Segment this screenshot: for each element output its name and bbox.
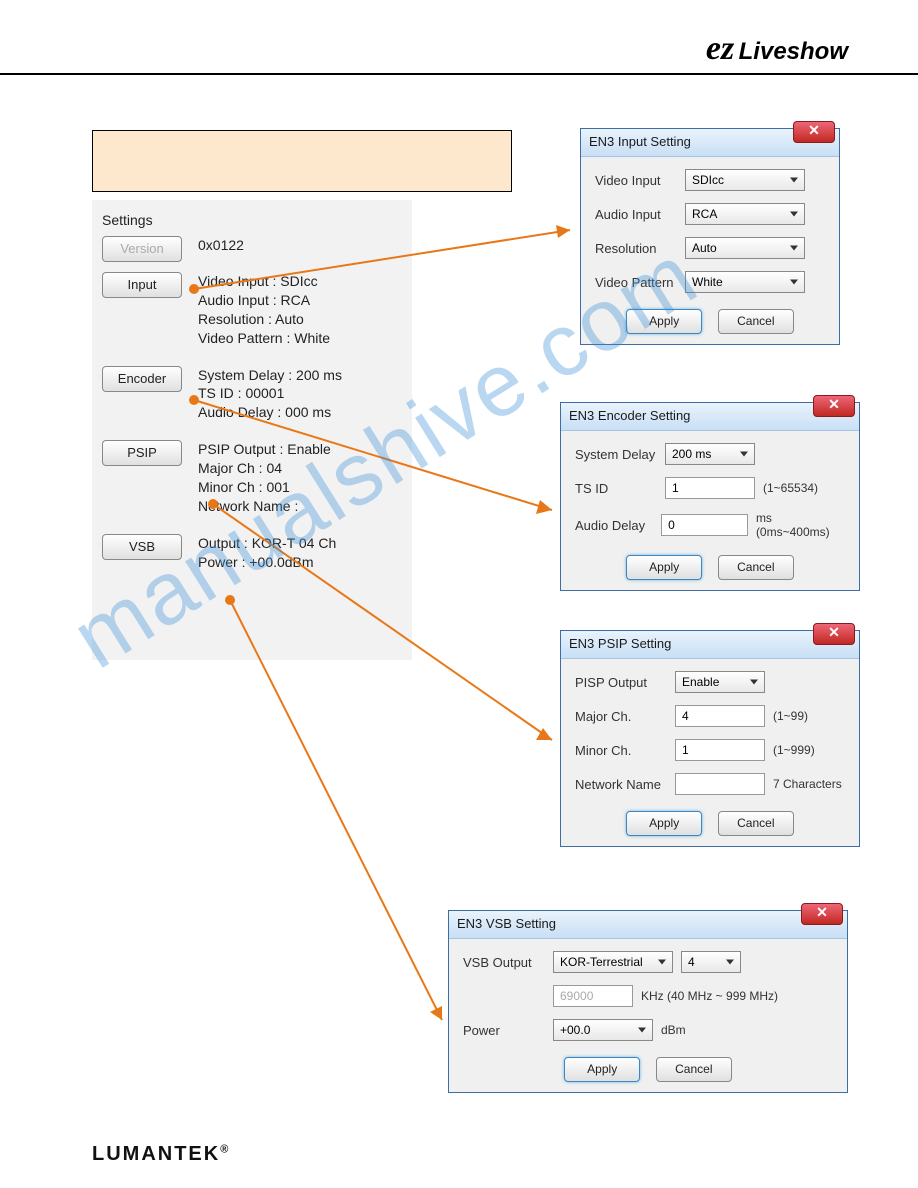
close-icon[interactable]: ✕	[813, 623, 855, 645]
dialog-encoder-title: EN3 Encoder Setting	[569, 408, 690, 423]
close-icon[interactable]: ✕	[793, 121, 835, 143]
ts-id-input[interactable]: 1	[665, 477, 755, 499]
network-name-input[interactable]	[675, 773, 765, 795]
power-label: Power	[463, 1023, 553, 1038]
version-value: 0x0122	[198, 236, 402, 262]
psip-button[interactable]: PSIP	[102, 440, 182, 466]
minor-ch-hint: (1~999)	[773, 743, 815, 757]
vsb-output-select[interactable]: KOR-Terrestrial	[553, 951, 673, 973]
audio-delay-label: Audio Delay	[575, 518, 661, 533]
dialog-vsb-setting: EN3 VSB Setting ✕ VSB Output KOR-Terrest…	[448, 910, 848, 1093]
minor-ch-input[interactable]: 1	[675, 739, 765, 761]
vsb-output-label: VSB Output	[463, 955, 553, 970]
close-icon[interactable]: ✕	[801, 903, 843, 925]
encoder-button[interactable]: Encoder	[102, 366, 182, 392]
encoder-value: System Delay : 200 ms TS ID : 00001 Audi…	[198, 366, 402, 423]
vsb-button[interactable]: VSB	[102, 534, 182, 560]
pisp-output-select[interactable]: Enable	[675, 671, 765, 693]
pisp-output-label: PISP Output	[575, 675, 675, 690]
resolution-label: Resolution	[595, 241, 685, 256]
vsb-value: Output : KOR-T 04 Ch Power : +00.0dBm	[198, 534, 402, 572]
network-name-hint: 7 Characters	[773, 777, 842, 791]
apply-button[interactable]: Apply	[564, 1057, 640, 1082]
dialog-psip-title: EN3 PSIP Setting	[569, 636, 671, 651]
apply-button[interactable]: Apply	[626, 309, 702, 334]
dialog-input-title: EN3 Input Setting	[589, 134, 691, 149]
major-ch-input[interactable]: 4	[675, 705, 765, 727]
video-input-select[interactable]: SDIcc	[685, 169, 805, 191]
dialog-encoder-setting: EN3 Encoder Setting ✕ System Delay200 ms…	[560, 402, 860, 591]
video-input-label: Video Input	[595, 173, 685, 188]
brand-ez: ez	[706, 30, 734, 67]
vsb-freq-input: 69000	[553, 985, 633, 1007]
network-name-label: Network Name	[575, 777, 675, 792]
input-button[interactable]: Input	[102, 272, 182, 298]
power-hint: dBm	[661, 1023, 686, 1037]
brand-logo: ez Liveshow	[706, 30, 848, 68]
system-delay-select[interactable]: 200 ms	[665, 443, 755, 465]
psip-value: PSIP Output : Enable Major Ch : 04 Minor…	[198, 440, 402, 516]
brand-liveshow: Liveshow	[739, 38, 848, 65]
audio-delay-input[interactable]: 0	[661, 514, 748, 536]
cancel-button[interactable]: Cancel	[718, 309, 794, 334]
major-ch-label: Major Ch.	[575, 709, 675, 724]
input-value: Video Input : SDIcc Audio Input : RCA Re…	[198, 272, 402, 348]
resolution-select[interactable]: Auto	[685, 237, 805, 259]
footer-brand: LUMANTEK®	[92, 1143, 230, 1166]
version-button: Version	[102, 236, 182, 262]
ts-id-hint: (1~65534)	[763, 481, 818, 495]
audio-input-label: Audio Input	[595, 207, 685, 222]
ts-id-label: TS ID	[575, 481, 665, 496]
apply-button[interactable]: Apply	[626, 555, 702, 580]
cancel-button[interactable]: Cancel	[718, 555, 794, 580]
vsb-freq-hint: KHz (40 MHz ~ 999 MHz)	[641, 989, 778, 1003]
settings-title: Settings	[102, 212, 402, 228]
audio-input-select[interactable]: RCA	[685, 203, 805, 225]
minor-ch-label: Minor Ch.	[575, 743, 675, 758]
dialog-vsb-title: EN3 VSB Setting	[457, 916, 556, 931]
major-ch-hint: (1~99)	[773, 709, 808, 723]
dialog-psip-setting: EN3 PSIP Setting ✕ PISP OutputEnable Maj…	[560, 630, 860, 847]
cancel-button[interactable]: Cancel	[718, 811, 794, 836]
apply-button[interactable]: Apply	[626, 811, 702, 836]
video-pattern-select[interactable]: White	[685, 271, 805, 293]
audio-delay-hint: ms (0ms~400ms)	[756, 511, 845, 539]
settings-panel: Settings Version 0x0122 Input Video Inpu…	[92, 200, 412, 660]
vsb-channel-select[interactable]: 4	[681, 951, 741, 973]
placeholder-box	[92, 130, 512, 192]
cancel-button[interactable]: Cancel	[656, 1057, 732, 1082]
power-select[interactable]: +00.0	[553, 1019, 653, 1041]
dialog-input-setting: EN3 Input Setting ✕ Video InputSDIcc Aud…	[580, 128, 840, 345]
system-delay-label: System Delay	[575, 447, 665, 462]
header: ez Liveshow	[0, 20, 918, 75]
video-pattern-label: Video Pattern	[595, 275, 685, 290]
close-icon[interactable]: ✕	[813, 395, 855, 417]
